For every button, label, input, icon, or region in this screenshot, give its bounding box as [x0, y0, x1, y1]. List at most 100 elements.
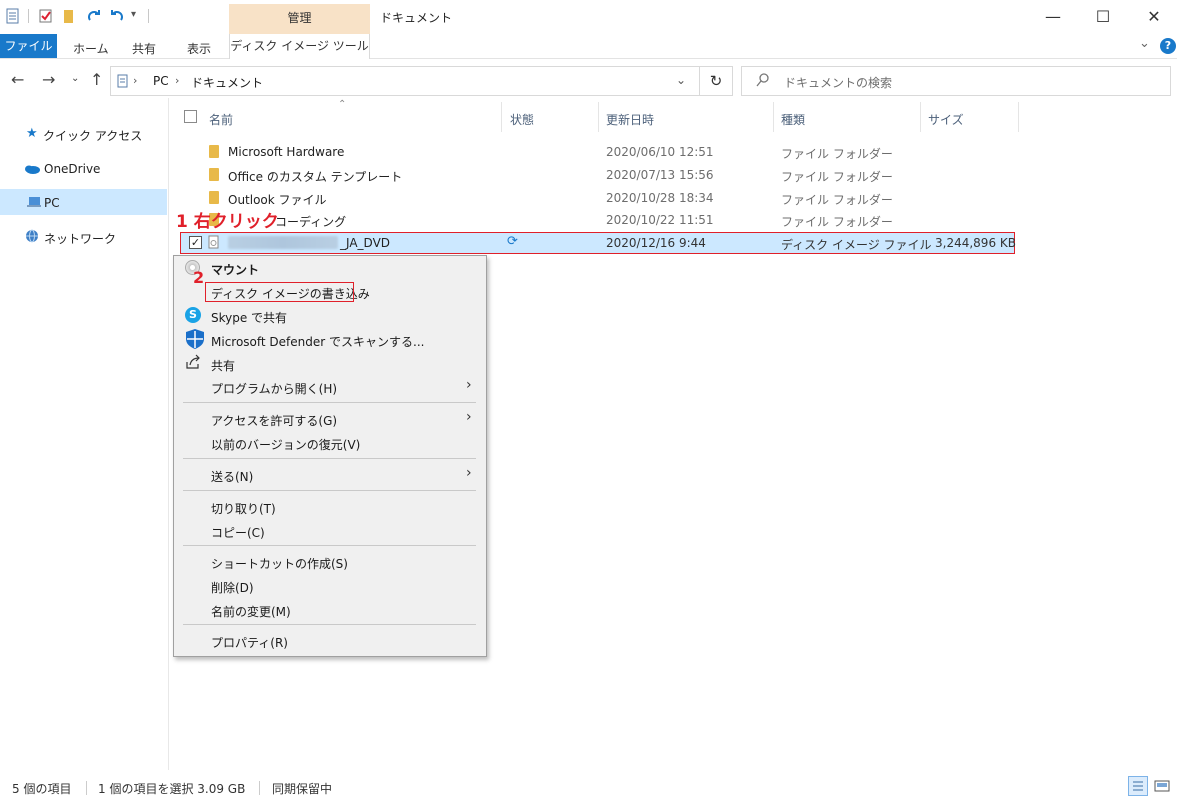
file-date: 2020/10/22 11:51 [606, 213, 714, 227]
undo-icon[interactable] [109, 8, 123, 24]
tab-home[interactable]: ホーム [73, 40, 109, 57]
search-box[interactable]: ドキュメントの検索 [741, 66, 1171, 96]
menu-item-cut[interactable]: 切り取り(T) [211, 500, 276, 517]
file-date: 2020/06/10 12:51 [606, 145, 714, 159]
refresh-button[interactable]: ↻ [699, 66, 733, 96]
file-date: 2020/12/16 9:44 [606, 236, 706, 250]
properties-icon[interactable] [6, 8, 20, 24]
nav-item-network[interactable]: ネットワーク [44, 230, 116, 247]
file-type: ファイル フォルダー [781, 193, 893, 207]
tab-disk-image-tools[interactable]: ディスク イメージ ツール [229, 34, 370, 59]
sort-ascending-icon: ⌃ [338, 99, 347, 110]
tab-share[interactable]: 共有 [132, 40, 156, 57]
ribbon-expand-icon[interactable]: ⌄ [1139, 36, 1150, 51]
menu-item-restore-versions[interactable]: 以前のバージョンの復元(V) [211, 436, 360, 453]
breadcrumb-pc[interactable]: PC [153, 74, 169, 88]
column-header-name[interactable]: 名前 [209, 111, 233, 128]
breadcrumb-documents[interactable]: ドキュメント [191, 74, 263, 91]
tab-view[interactable]: 表示 [187, 40, 211, 57]
onedrive-icon [23, 163, 41, 178]
file-size: 3,244,896 KB [935, 236, 1016, 250]
status-divider [86, 781, 87, 795]
network-icon [24, 229, 40, 246]
submenu-arrow-icon: › [466, 465, 472, 481]
column-header-date[interactable]: 更新日時 [606, 111, 654, 128]
address-dropdown-icon[interactable]: ⌄ [676, 73, 686, 87]
status-divider [259, 781, 260, 795]
redo-icon[interactable] [86, 8, 100, 24]
column-divider[interactable] [773, 102, 774, 132]
nav-item-quick-access[interactable]: クイック アクセス [43, 127, 142, 144]
menu-item-create-shortcut[interactable]: ショートカットの作成(S) [211, 555, 348, 572]
menu-item-open-with[interactable]: プログラムから開く(H) [211, 380, 337, 397]
close-button[interactable]: ✕ [1131, 0, 1177, 32]
annotation-step-1: 1 右クリック [176, 207, 279, 232]
column-divider[interactable] [598, 102, 599, 132]
menu-item-properties[interactable]: プロパティ(R) [211, 634, 288, 651]
annotation-step-2: 2 [193, 268, 205, 287]
column-header-status[interactable]: 状態 [510, 111, 534, 128]
step-number: 1 [176, 212, 188, 232]
nav-item-onedrive[interactable]: OneDrive [44, 162, 100, 176]
large-icons-view-icon [1154, 780, 1170, 792]
column-divider[interactable] [920, 102, 921, 132]
menu-separator [183, 624, 476, 625]
folder-icon [209, 191, 219, 204]
menu-item-give-access[interactable]: アクセスを許可する(G) [211, 412, 337, 429]
menu-item-delete[interactable]: 削除(D) [211, 579, 254, 596]
pc-icon [26, 196, 42, 211]
column-header-type[interactable]: 種類 [781, 111, 805, 128]
status-item-count: 5 個の項目 [12, 782, 72, 796]
column-divider[interactable] [1018, 102, 1019, 132]
menu-item-send-to[interactable]: 送る(N) [211, 468, 253, 485]
tab-file[interactable]: ファイル [0, 34, 57, 58]
new-folder-icon[interactable] [62, 8, 76, 24]
step-instruction: 右クリック [193, 212, 279, 232]
menu-item-skype-share[interactable]: Skype で共有 [211, 309, 287, 326]
redacted-filename [228, 236, 338, 249]
menu-item-mount[interactable]: マウント [211, 261, 259, 278]
menu-item-share[interactable]: 共有 [211, 357, 235, 374]
ribbon-bar [0, 34, 1177, 59]
file-name: コーディング [275, 215, 347, 229]
menu-item-defender-scan[interactable]: Microsoft Defender でスキャンする... [211, 333, 424, 350]
maximize-button[interactable]: ☐ [1080, 0, 1126, 32]
maximize-icon: ☐ [1095, 6, 1111, 26]
skype-icon: S [185, 307, 201, 323]
file-type: ファイル フォルダー [781, 215, 893, 229]
document-icon [117, 74, 129, 91]
minimize-icon: — [1045, 6, 1061, 26]
large-icons-view-button[interactable] [1153, 778, 1171, 797]
forward-button[interactable]: → [42, 70, 55, 89]
menu-item-copy[interactable]: コピー(C) [211, 524, 265, 541]
address-bar[interactable]: › PC › ドキュメント ⌄ [110, 66, 700, 96]
nav-item-pc[interactable]: PC [44, 196, 60, 210]
file-name: Office のカスタム テンプレート [228, 170, 403, 184]
back-button[interactable]: ← [11, 70, 24, 89]
recent-locations-icon[interactable]: ⌄ [71, 73, 79, 84]
minimize-button[interactable]: — [1030, 0, 1076, 32]
file-name: Outlook ファイル [228, 193, 327, 207]
window-title: ドキュメント [380, 11, 453, 25]
row-checkbox[interactable]: ✓ [189, 236, 202, 249]
breadcrumb-separator-icon: › [175, 74, 180, 87]
star-icon: ★ [26, 126, 38, 141]
select-all-checkbox[interactable] [184, 110, 197, 123]
up-button[interactable]: ↑ [90, 70, 103, 89]
customize-toolbar-icon[interactable]: ▾ [131, 9, 136, 20]
file-name: Microsoft Hardware [228, 145, 345, 159]
file-date: 2020/07/13 15:56 [606, 168, 714, 182]
status-sync: 同期保留中 [272, 782, 333, 796]
menu-separator [183, 490, 476, 491]
checkbox-icon[interactable] [39, 8, 53, 24]
help-icon[interactable]: ? [1160, 38, 1176, 54]
submenu-arrow-icon: › [466, 377, 472, 393]
details-view-button[interactable] [1128, 776, 1148, 796]
menu-item-rename[interactable]: 名前の変更(M) [211, 603, 291, 620]
menu-separator [183, 458, 476, 459]
column-header-size[interactable]: サイズ [928, 111, 964, 128]
share-icon [185, 354, 201, 373]
file-type: ファイル フォルダー [781, 147, 893, 161]
folder-icon [209, 145, 219, 158]
column-divider[interactable] [501, 102, 502, 132]
